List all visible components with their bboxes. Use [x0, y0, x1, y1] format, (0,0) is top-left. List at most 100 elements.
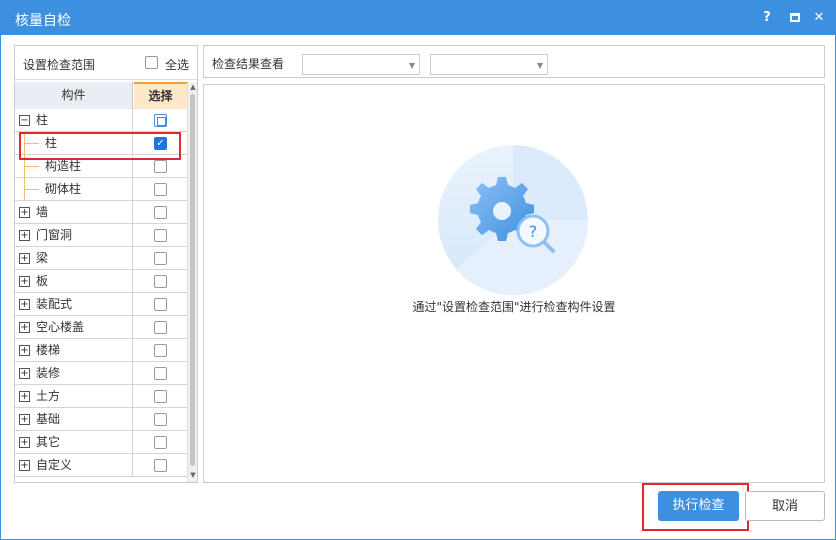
tree-row[interactable]: 砌体柱	[15, 178, 187, 201]
results-toolbar: 检查结果查看 ▼ ▼	[203, 45, 825, 78]
select-checkbox[interactable]	[154, 298, 167, 311]
tree-row[interactable]: + 基础	[15, 408, 187, 431]
check-scope-title: 设置检查范围	[23, 58, 96, 72]
expand-icon[interactable]: +	[19, 276, 30, 287]
expand-icon[interactable]: +	[19, 299, 30, 310]
select-cell	[134, 293, 187, 316]
select-checkbox[interactable]	[154, 390, 167, 403]
select-checkbox[interactable]	[154, 275, 167, 288]
highlight-box-column-row	[19, 132, 181, 160]
run-check-button[interactable]: 执行检查	[658, 491, 739, 521]
component-cell: − 柱	[15, 109, 133, 132]
tree-row[interactable]: + 其它	[15, 431, 187, 454]
component-label: 门窗洞	[36, 228, 73, 242]
expand-icon[interactable]: +	[19, 207, 30, 218]
expand-icon[interactable]: +	[19, 391, 30, 402]
tree-row[interactable]: + 门窗洞	[15, 224, 187, 247]
component-label: 梁	[36, 251, 49, 265]
chevron-down-icon: ▼	[408, 61, 415, 70]
expand-icon[interactable]: +	[19, 460, 30, 471]
component-label: 土方	[36, 389, 61, 403]
maximize-icon	[790, 13, 800, 22]
component-label: 装配式	[36, 297, 73, 311]
check-scope-panel: 设置检查范围 全选 构件 选择 − 柱柱 ✓ 构造柱 砌体柱 + 墙 + 门窗洞 + 梁 + 板 + 装配式…	[14, 45, 198, 483]
scroll-down-arrow[interactable]: ▼	[188, 470, 198, 480]
tree-row[interactable]: + 装配式	[15, 293, 187, 316]
tree-row[interactable]: + 空心楼盖	[15, 316, 187, 339]
expand-icon[interactable]: +	[19, 437, 30, 448]
select-checkbox[interactable]	[154, 436, 167, 449]
column-header-component[interactable]: 构件	[15, 82, 133, 109]
component-cell: + 自定义	[15, 454, 133, 477]
dialog-window: 核量自检 ? ✕ 设置检查范围 全选 构件 选择 − 柱柱 ✓ 构造柱 砌体柱 + 墙 + 门窗…	[0, 0, 836, 540]
select-checkbox[interactable]	[154, 114, 167, 127]
select-cell	[134, 109, 187, 132]
window-title: 核量自检	[15, 13, 71, 29]
select-checkbox[interactable]	[154, 183, 167, 196]
select-checkbox[interactable]	[154, 344, 167, 357]
select-checkbox[interactable]	[154, 206, 167, 219]
component-label: 砌体柱	[45, 182, 82, 196]
scroll-up-arrow[interactable]: ▲	[188, 82, 198, 92]
select-cell	[134, 224, 187, 247]
title-bar: 核量自检 ? ✕	[1, 1, 835, 35]
close-button[interactable]: ✕	[810, 9, 828, 27]
tree-row[interactable]: + 自定义	[15, 454, 187, 477]
select-checkbox[interactable]	[154, 252, 167, 265]
component-cell: + 土方	[15, 385, 133, 408]
collapse-icon[interactable]: −	[19, 115, 30, 126]
tree-row[interactable]: − 柱	[15, 109, 187, 132]
tree-row[interactable]: + 装修	[15, 362, 187, 385]
tree-row[interactable]: + 梁	[15, 247, 187, 270]
expand-icon[interactable]: +	[19, 368, 30, 379]
expand-icon[interactable]: +	[19, 414, 30, 425]
select-checkbox[interactable]	[154, 321, 167, 334]
select-cell	[134, 247, 187, 270]
tree-row[interactable]: + 土方	[15, 385, 187, 408]
component-label: 其它	[36, 435, 61, 449]
tree-row[interactable]: + 板	[15, 270, 187, 293]
select-checkbox[interactable]	[154, 459, 167, 472]
select-cell	[134, 316, 187, 339]
grid-scrollbar[interactable]: ▲ ▼	[187, 82, 197, 482]
component-cell: + 其它	[15, 431, 133, 454]
maximize-button[interactable]	[786, 9, 804, 27]
tree-row[interactable]: + 墙	[15, 201, 187, 224]
select-all-checkbox[interactable]	[145, 56, 158, 69]
tree-connector	[25, 189, 39, 190]
results-dropdown-1[interactable]: ▼	[302, 54, 420, 75]
results-dropdown-2[interactable]: ▼	[430, 54, 548, 75]
component-label: 基础	[36, 412, 61, 426]
component-cell: + 板	[15, 270, 133, 293]
expand-icon[interactable]: +	[19, 345, 30, 356]
component-cell: + 基础	[15, 408, 133, 431]
cancel-button[interactable]: 取消	[745, 491, 825, 521]
expand-icon[interactable]: +	[19, 253, 30, 264]
select-checkbox[interactable]	[154, 229, 167, 242]
component-cell: + 墙	[15, 201, 133, 224]
tree-row[interactable]: + 楼梯	[15, 339, 187, 362]
select-cell	[134, 201, 187, 224]
expand-icon[interactable]: +	[19, 322, 30, 333]
select-cell	[134, 362, 187, 385]
gear-search-illustration-icon: ?	[438, 145, 589, 296]
svg-text:?: ?	[529, 222, 538, 241]
select-cell	[134, 408, 187, 431]
select-checkbox[interactable]	[154, 367, 167, 380]
expand-icon[interactable]: +	[19, 230, 30, 241]
select-all-label[interactable]: 全选	[165, 56, 189, 73]
component-cell: + 装配式	[15, 293, 133, 316]
column-header-select[interactable]: 选择	[134, 82, 187, 109]
help-button[interactable]: ?	[758, 9, 776, 27]
select-cell	[134, 270, 187, 293]
select-checkbox[interactable]	[154, 160, 167, 173]
results-area: ? 通过"设置检查范围"进行检查构件设置	[203, 84, 825, 483]
select-checkbox[interactable]	[154, 413, 167, 426]
tree-connector	[25, 166, 39, 167]
select-cell	[134, 339, 187, 362]
component-cell: + 门窗洞	[15, 224, 133, 247]
scroll-thumb[interactable]	[190, 94, 195, 466]
select-cell	[134, 385, 187, 408]
empty-hint-text: 通过"设置检查范围"进行检查构件设置	[412, 300, 616, 314]
select-cell	[134, 454, 187, 477]
